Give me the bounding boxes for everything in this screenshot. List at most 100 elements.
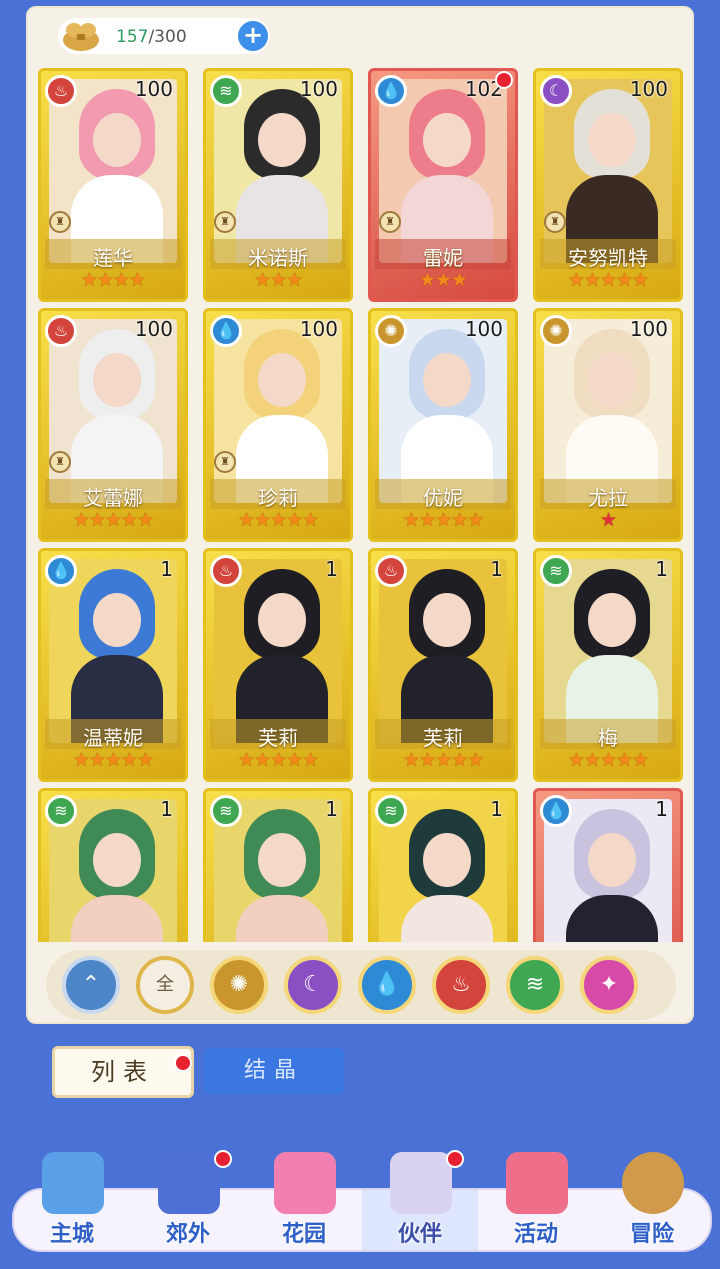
notification-dot <box>495 71 513 89</box>
character-portrait <box>214 79 342 263</box>
wind-icon: ≋ <box>540 555 572 587</box>
nav-label: 郊外 <box>165 1222 210 1247</box>
nav-item[interactable]: 冒险 <box>604 1152 700 1252</box>
companion-card[interactable]: 💧 1 <box>533 788 683 942</box>
water-drop-icon: 💧 <box>45 555 77 587</box>
character-portrait <box>379 79 507 263</box>
companion-card[interactable]: ≋ 1 <box>368 788 518 942</box>
star-rating: ★★★★★ <box>402 509 484 531</box>
wind-icon: ≋ <box>210 795 242 827</box>
character-portrait <box>49 79 177 263</box>
character-name: 安努凯特 <box>568 246 648 270</box>
wind-icon[interactable]: ≋ <box>506 956 564 1014</box>
companion-card[interactable]: ♨ 1 芙莉 ★★★★★ <box>203 548 353 782</box>
companion-panel: 157/300 + ♨ 100 ♜ 莲华 ★★★★ ≋ 100 ♜ 米诺斯 ★★… <box>26 6 694 1024</box>
chess-badge-icon: ♜ <box>214 211 236 233</box>
character-name: 芙莉 <box>423 726 463 750</box>
water-drop-icon: 💧 <box>375 75 407 107</box>
star-rating: ★ <box>599 509 617 531</box>
companion-icon <box>390 1152 452 1214</box>
character-name: 尤拉 <box>588 486 628 510</box>
star-rating: ★★★★★ <box>567 749 649 771</box>
nav-label: 伙伴 <box>397 1222 442 1247</box>
view-tabs: 列表 结晶 <box>0 1030 720 1150</box>
level-label: 1 <box>655 797 668 821</box>
sun-icon: ✺ <box>375 315 407 347</box>
character-name: 芙莉 <box>258 726 298 750</box>
water-drop-icon[interactable]: 💧 <box>358 956 416 1014</box>
character-portrait <box>379 559 507 743</box>
nav-item[interactable]: 主城 <box>24 1152 120 1252</box>
orbit-icon[interactable]: ✦ <box>580 956 638 1014</box>
star-rating: ★★★★★ <box>237 509 319 531</box>
companion-card[interactable]: ✺ 100 优妮 ★★★★★ <box>368 308 518 542</box>
nav-item[interactable]: 活动 <box>488 1152 584 1252</box>
companion-card[interactable]: ✺ 100 尤拉 ★ <box>533 308 683 542</box>
companion-card[interactable]: ≋ 1 梅 ★★★★★ <box>533 548 683 782</box>
level-label: 1 <box>655 557 668 581</box>
moon-icon[interactable]: ☾ <box>284 956 342 1014</box>
companion-card[interactable]: ♨ 100 ♜ 莲华 ★★★★ <box>38 68 188 302</box>
bottom-nav: 主城 郊外 花园 伙伴 活动 冒险 <box>12 1150 712 1252</box>
water-drop-icon: 💧 <box>540 795 572 827</box>
companion-card[interactable]: ♨ 1 芙莉 ★★★★★ <box>368 548 518 782</box>
character-name: 米诺斯 <box>248 246 308 270</box>
level-label: 100 <box>629 77 668 101</box>
all-icon[interactable]: 全 <box>136 956 194 1014</box>
chess-badge-icon: ♜ <box>544 211 566 233</box>
star-rating: ★★★ <box>253 269 303 291</box>
wind-icon: ≋ <box>210 75 242 107</box>
nav-item[interactable]: 伙伴 <box>372 1150 468 1252</box>
level-label: 100 <box>464 317 503 341</box>
castle-icon <box>42 1152 104 1214</box>
magic-circle-icon <box>158 1152 220 1214</box>
companion-card[interactable]: ≋ 1 <box>38 788 188 942</box>
nav-item[interactable]: 郊外 <box>140 1150 236 1252</box>
plus-icon[interactable]: + <box>238 21 268 51</box>
fire-icon[interactable]: ♨ <box>432 956 490 1014</box>
notification-dot <box>214 1150 232 1168</box>
capacity-text: 157/300 <box>116 27 187 47</box>
fire-icon: ♨ <box>210 555 242 587</box>
sun-icon: ✺ <box>540 315 572 347</box>
character-portrait <box>214 319 342 503</box>
character-name: 梅 <box>598 726 618 750</box>
companion-card[interactable]: 💧 1 温蒂妮 ★★★★★ <box>38 548 188 782</box>
nav-item[interactable]: 花园 <box>256 1152 352 1252</box>
capacity-counter: 157/300 + <box>58 18 270 54</box>
companion-card[interactable]: ♨ 100 ♜ 艾蕾娜 ★★★★★ <box>38 308 188 542</box>
character-portrait <box>49 319 177 503</box>
heart-icon <box>274 1152 336 1214</box>
compass-icon <box>622 1152 684 1214</box>
character-portrait <box>214 559 342 743</box>
level-label: 1 <box>325 797 338 821</box>
companion-card[interactable]: ≋ 1 <box>203 788 353 942</box>
level-label: 1 <box>490 557 503 581</box>
bag-icon <box>63 23 99 51</box>
companion-card[interactable]: 💧 100 ♜ 珍莉 ★★★★★ <box>203 308 353 542</box>
nav-label: 冒险 <box>629 1222 674 1247</box>
tab-list[interactable]: 列表 <box>52 1046 194 1098</box>
character-portrait <box>379 319 507 503</box>
tab-crystal[interactable]: 结晶 <box>204 1048 344 1094</box>
character-name: 温蒂妮 <box>83 726 143 750</box>
nav-label: 主城 <box>49 1222 94 1247</box>
companion-card[interactable]: ≋ 100 ♜ 米诺斯 ★★★ <box>203 68 353 302</box>
star-rating: ★★★ <box>418 269 468 291</box>
companion-card[interactable]: 💧 102 ♜ 雷妮 ★★★ <box>368 68 518 302</box>
companion-card[interactable]: ☾ 100 ♜ 安努凯特 ★★★★★ <box>533 68 683 302</box>
character-portrait <box>544 559 672 743</box>
level-label: 100 <box>134 77 173 101</box>
character-name: 艾蕾娜 <box>83 486 143 510</box>
chess-badge-icon: ♜ <box>49 451 71 473</box>
level-label: 100 <box>134 317 173 341</box>
level-label: 1 <box>160 797 173 821</box>
wind-icon: ≋ <box>375 795 407 827</box>
element-filter-bar: ⌃ 全 ✺ ☾ 💧 ♨ ≋ ✦ <box>46 950 676 1020</box>
wing-icon[interactable]: ⌃ <box>62 956 120 1014</box>
character-portrait <box>544 319 672 503</box>
star-rating: ★★★★★ <box>237 749 319 771</box>
star-rating: ★★★★★ <box>72 749 154 771</box>
gift-icon <box>506 1152 568 1214</box>
sun-icon[interactable]: ✺ <box>210 956 268 1014</box>
